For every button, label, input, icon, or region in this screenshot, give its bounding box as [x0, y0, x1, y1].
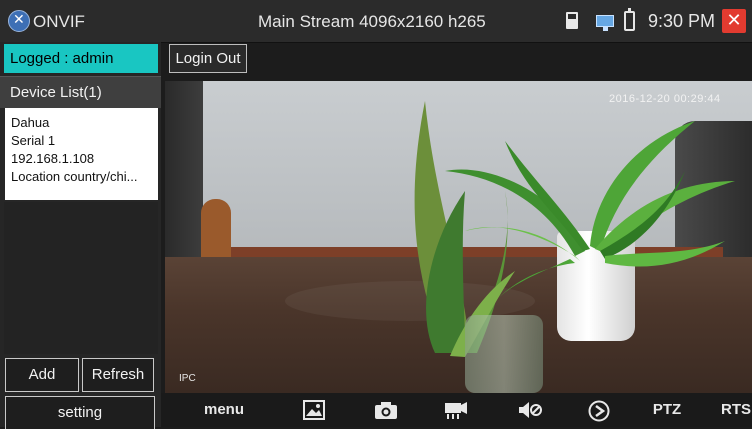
- device-serial: Serial 1: [11, 133, 56, 148]
- network-icon: [596, 15, 614, 31]
- device-list-empty-area: [4, 202, 158, 354]
- play-icon[interactable]: [585, 393, 613, 427]
- onvif-logo-icon: [8, 10, 30, 32]
- setting-button[interactable]: setting: [5, 396, 155, 429]
- login-out-button[interactable]: Login Out: [169, 44, 247, 73]
- gallery-icon[interactable]: [301, 393, 327, 427]
- device-list-item[interactable]: Dahua Serial 1 192.168.1.108 Location co…: [5, 108, 158, 200]
- add-button[interactable]: Add: [5, 358, 79, 392]
- mute-icon[interactable]: [515, 393, 545, 427]
- video-osd-label: IPC: [179, 373, 196, 384]
- bottom-toolbar: menu PTZ RTSP: [161, 393, 752, 427]
- camera-icon[interactable]: [373, 393, 399, 427]
- menu-button[interactable]: menu: [201, 393, 247, 427]
- close-icon[interactable]: ✕: [722, 9, 746, 33]
- refresh-button[interactable]: Refresh: [82, 358, 154, 392]
- video-view[interactable]: 2016-12-20 00:29:44 IPC: [165, 81, 752, 393]
- video-osd-timestamp: 2016-12-20 00:29:44: [609, 93, 721, 105]
- video-scene-plants: [414, 101, 735, 357]
- clock: 9:30 PM: [648, 11, 716, 31]
- video-scene-vase: [465, 315, 543, 393]
- device-ip: 192.168.1.108: [11, 151, 95, 166]
- device-location: Location country/chi...: [11, 169, 138, 184]
- logged-status: Logged : admin: [4, 44, 158, 73]
- status-bar: ONVIF Main Stream 4096x2160 h265 9:30 PM…: [0, 0, 752, 43]
- device-name: Dahua: [11, 115, 50, 130]
- battery-icon: [624, 8, 635, 31]
- stream-info: Main Stream 4096x2160 h265: [258, 12, 486, 31]
- app-title: ONVIF: [33, 12, 85, 31]
- rtsp-button[interactable]: RTSP: [721, 393, 752, 427]
- sd-card-icon: [566, 12, 578, 29]
- record-icon[interactable]: [442, 393, 472, 427]
- device-list-header: Device List(1): [0, 76, 161, 108]
- left-panel: Logged : admin Device List(1) Dahua Seri…: [0, 42, 161, 429]
- ptz-button[interactable]: PTZ: [649, 393, 685, 427]
